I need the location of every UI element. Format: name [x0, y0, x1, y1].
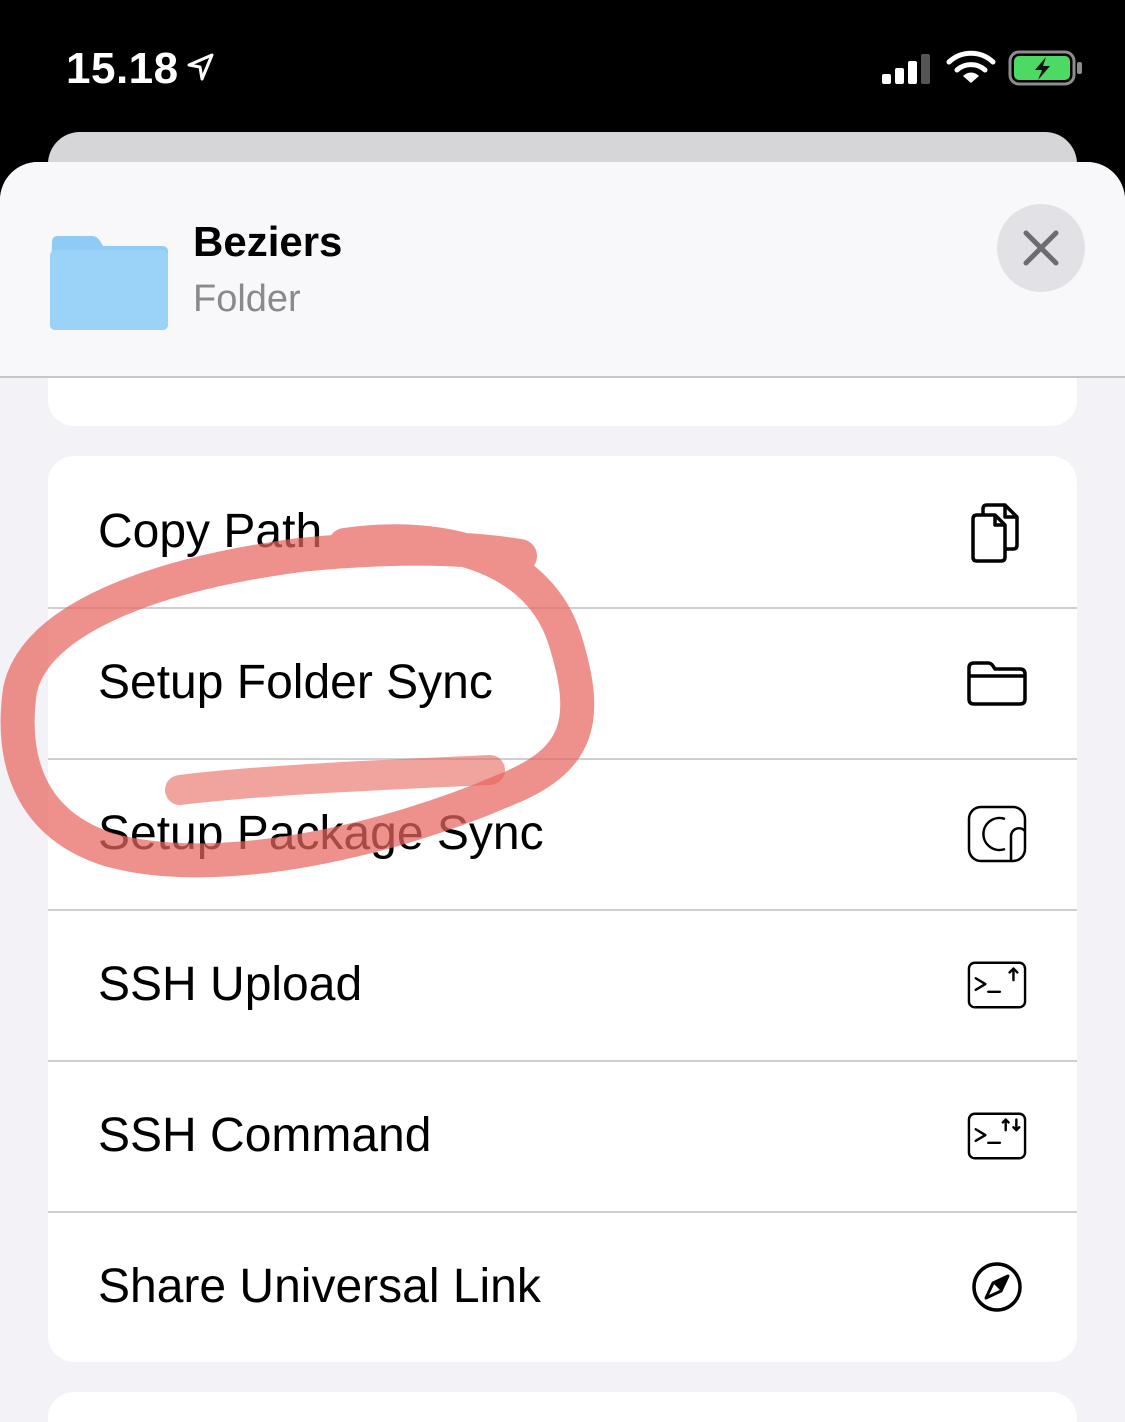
folder-icon [50, 236, 168, 330]
item-title: Beziers [193, 218, 343, 265]
item-subtitle: Folder [193, 278, 301, 320]
copy-path-action[interactable]: Copy Path [48, 456, 1077, 607]
close-button[interactable] [997, 204, 1085, 292]
sheet-header: Beziers Folder [0, 162, 1125, 378]
setup-package-sync-action[interactable]: Setup Package Sync [48, 758, 1077, 909]
cellular-signal-icon [882, 54, 930, 84]
action-label: Setup Package Sync [98, 807, 544, 860]
package-icon [967, 804, 1027, 864]
ssh-command-action[interactable]: SSH Command [48, 1060, 1077, 1211]
action-label: SSH Upload [98, 958, 363, 1011]
action-label: SSH Command [98, 1109, 432, 1162]
folder-outline-icon [967, 653, 1027, 713]
location-arrow-icon [187, 53, 214, 81]
wifi-icon [946, 50, 996, 83]
status-time: 15.18 [66, 44, 179, 93]
share-universal-link-action[interactable]: Share Universal Link [48, 1211, 1077, 1362]
action-sheet: Beziers Folder Copy Path Setup Folder Sy… [0, 162, 1125, 1422]
setup-folder-sync-action[interactable]: Setup Folder Sync [48, 607, 1077, 758]
battery-charging-icon [1008, 50, 1082, 86]
compass-icon [967, 1257, 1027, 1317]
next-actions-group [48, 1392, 1077, 1422]
action-label: Copy Path [98, 505, 323, 558]
status-bar: 15.18 [0, 0, 1125, 140]
action-label: Setup Folder Sync [98, 656, 493, 709]
terminal-upload-icon [967, 955, 1027, 1015]
actions-list: Copy Path Setup Folder Sync Setup Packag… [48, 456, 1077, 1362]
close-icon [1023, 230, 1059, 266]
action-label: Share Universal Link [98, 1260, 541, 1313]
copy-icon [967, 502, 1027, 563]
terminal-command-icon [967, 1106, 1027, 1166]
ssh-upload-action[interactable]: SSH Upload [48, 909, 1077, 1060]
